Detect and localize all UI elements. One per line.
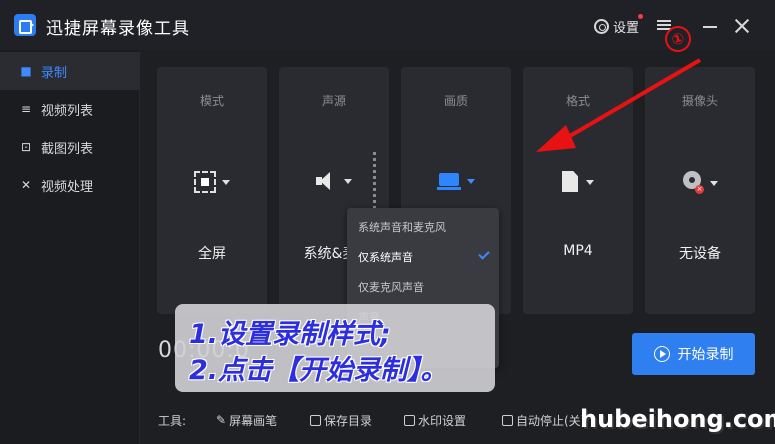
card-mode[interactable]: 模式 全屏 <box>157 67 267 314</box>
dropdown-option[interactable]: 系统声音和麦克风 <box>347 212 499 242</box>
sidebar-item-screenshot-list[interactable]: ⊡ 截图列表 <box>0 128 140 166</box>
card-value: 全屏 <box>198 246 226 262</box>
tool-label: 自动停止(关) <box>516 413 586 428</box>
card-title: 画质 <box>443 94 468 108</box>
sidebar-item-label: 录制 <box>41 65 68 81</box>
start-record-button[interactable]: 开始录制 <box>632 333 755 375</box>
card-format[interactable]: 格式 MP4 <box>523 67 633 314</box>
tools-icon: ✕ <box>20 178 32 192</box>
sidebar-item-record[interactable]: ■ 录制 <box>0 52 140 90</box>
fullscreen-icon <box>194 171 216 193</box>
settings-button[interactable]: 设置 <box>594 16 639 36</box>
card-title: 模式 <box>199 94 224 108</box>
tool-label: 水印设置 <box>418 413 467 428</box>
dropdown-option-label: 仅系统声音 <box>358 251 413 264</box>
title-bar: 迅捷屏幕录像工具 设置 <box>0 0 775 50</box>
card-value: 无设备 <box>679 246 721 262</box>
card-title: 摄像头 <box>681 94 718 108</box>
card-icon-row <box>401 171 511 191</box>
play-icon <box>653 346 670 362</box>
sidebar-item-label: 视频列表 <box>41 103 94 119</box>
save-dir-button[interactable]: 保存目录 <box>310 412 372 429</box>
chevron-down-icon[interactable] <box>710 180 718 186</box>
watermark-text: hubeihong.com <box>580 405 775 433</box>
tool-label: 屏幕画笔 <box>229 413 278 428</box>
video-icon: ■ <box>20 64 32 78</box>
card-icon-row <box>157 171 267 193</box>
gear-icon <box>594 18 609 34</box>
list-icon: ≡ <box>20 102 32 116</box>
watermark-settings-button[interactable]: 水印设置 <box>404 412 466 429</box>
screen-pen-button[interactable]: ✎ 屏幕画笔 <box>216 412 277 429</box>
close-icon[interactable] <box>734 18 750 34</box>
tools-label: 工具: <box>158 413 187 428</box>
card-value: MP4 <box>563 243 593 259</box>
chevron-down-icon[interactable] <box>467 178 475 184</box>
chevron-down-icon[interactable] <box>586 179 594 185</box>
sidebar: ■ 录制 ≡ 视频列表 ⊡ 截图列表 ✕ 视频处理 <box>0 50 140 444</box>
file-icon <box>562 171 580 193</box>
instruction-overlay: 1.设置录制样式; 2.点击【开始录制】。 <box>175 304 495 392</box>
dropdown-option-selected[interactable]: 仅系统声音 <box>347 242 499 272</box>
instruction-line-1: 1.设置录制样式; <box>189 319 391 350</box>
card-camera[interactable]: 摄像头 × 无设备 <box>645 67 755 314</box>
check-icon <box>478 248 490 260</box>
dropdown-option[interactable]: 仅麦克风声音 <box>347 272 499 302</box>
card-icon-row: × <box>645 171 755 195</box>
card-icon-row <box>523 171 633 193</box>
speaker-icon <box>316 171 338 191</box>
chevron-down-icon[interactable] <box>344 178 352 184</box>
camera-icon: × <box>682 171 704 195</box>
minimize-icon[interactable] <box>703 26 717 28</box>
app-title: 迅捷屏幕录像工具 <box>46 19 190 39</box>
timer-icon <box>502 414 513 426</box>
folder-icon <box>310 414 321 426</box>
sidebar-item-video-tools[interactable]: ✕ 视频处理 <box>0 166 140 204</box>
notification-dot <box>638 14 643 19</box>
error-icon: × <box>695 185 704 194</box>
monitor-icon <box>437 171 461 191</box>
settings-label: 设置 <box>613 20 640 36</box>
watermark-icon <box>404 414 415 426</box>
card-title: 声源 <box>321 94 346 108</box>
instruction-line-2: 2.点击【开始录制】。 <box>189 355 448 386</box>
sidebar-item-label: 视频处理 <box>41 179 94 195</box>
sidebar-item-video-list[interactable]: ≡ 视频列表 <box>0 90 140 128</box>
start-record-label: 开始录制 <box>677 347 734 363</box>
sidebar-item-label: 截图列表 <box>41 141 94 157</box>
card-title: 格式 <box>565 94 590 108</box>
app-logo-icon <box>14 14 36 36</box>
screenshot-icon: ⊡ <box>20 140 32 154</box>
chevron-down-icon[interactable] <box>222 179 230 185</box>
tool-label: 保存目录 <box>324 413 373 428</box>
pen-icon: ✎ <box>216 413 227 427</box>
auto-stop-button[interactable]: 自动停止(关) <box>502 412 585 429</box>
